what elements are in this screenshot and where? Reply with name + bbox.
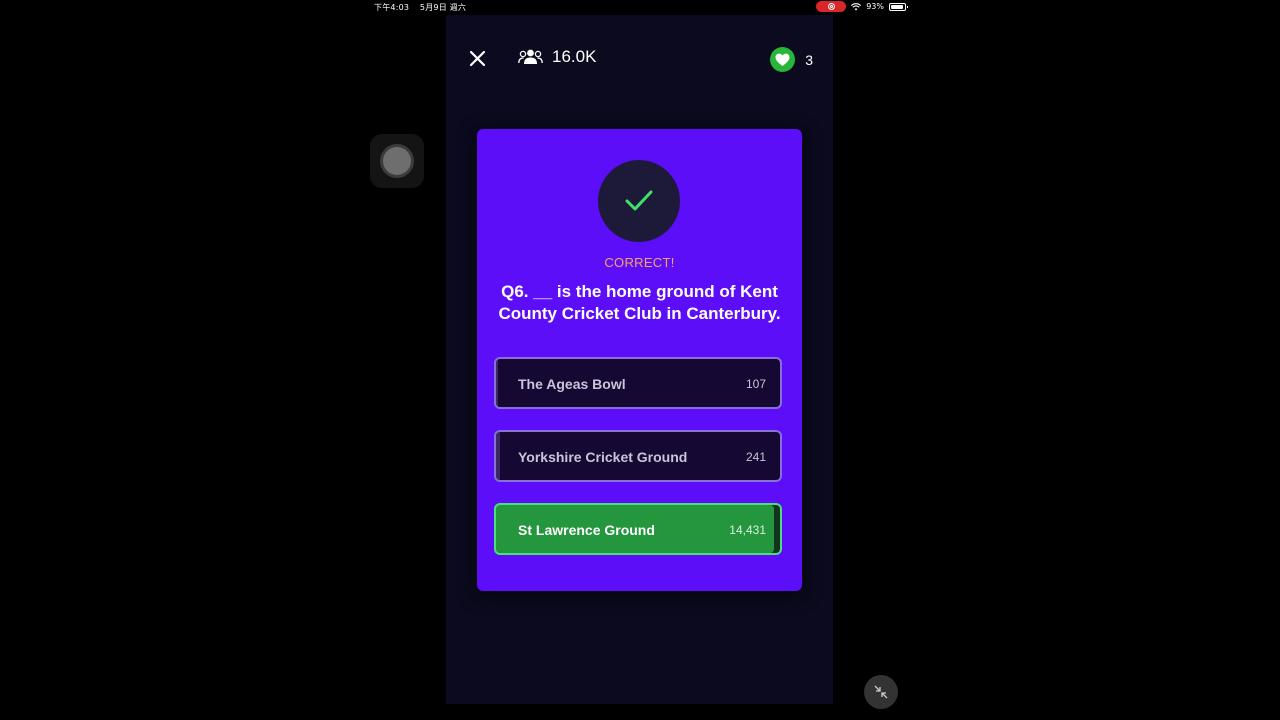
collapse-arrows-icon xyxy=(874,685,888,699)
answer-option-3[interactable]: St Lawrence Ground 14,431 xyxy=(494,503,782,555)
status-right: 93% xyxy=(816,1,908,12)
answer-fill xyxy=(496,359,498,407)
status-left: 下午4:03 5月9日 週六 xyxy=(374,2,474,13)
answer-label: The Ageas Bowl xyxy=(518,376,626,392)
answer-count: 107 xyxy=(745,377,766,391)
answer-fill xyxy=(496,432,500,480)
close-button[interactable] xyxy=(467,49,489,69)
result-badge xyxy=(598,160,680,242)
lives-indicator: 3 xyxy=(770,47,813,72)
status-date: 5月9日 週六 xyxy=(419,3,467,12)
answer-label: St Lawrence Ground xyxy=(518,522,655,538)
assistive-touch-button[interactable] xyxy=(370,134,424,188)
heart-icon xyxy=(775,53,790,66)
answer-option-1[interactable]: The Ageas Bowl 107 xyxy=(494,357,782,409)
status-bar: 下午4:03 5月9日 週六 93% xyxy=(364,0,916,14)
trivia-app: 16.0K 3 CORRECT! Q6. __ is the home grou… xyxy=(446,15,833,704)
checkmark-icon xyxy=(625,190,653,211)
battery-icon xyxy=(889,2,908,11)
battery-percent: 93% xyxy=(866,2,884,11)
answer-count: 241 xyxy=(745,450,766,464)
screen-recording-icon xyxy=(816,1,847,12)
question-card: CORRECT! Q6. __ is the home ground of Ke… xyxy=(477,129,802,591)
assistive-touch-icon xyxy=(383,147,411,175)
question-text: Q6. __ is the home ground of Kent County… xyxy=(498,282,781,323)
answer-label: Yorkshire Cricket Ground xyxy=(518,449,688,465)
answer-option-2[interactable]: Yorkshire Cricket Ground 241 xyxy=(494,430,782,482)
lives-count: 3 xyxy=(805,51,813,68)
status-time: 下午4:03 xyxy=(374,3,410,12)
viewer-count-value: 16.0K xyxy=(552,47,597,66)
close-icon xyxy=(469,50,486,67)
answer-count: 14,431 xyxy=(729,523,766,537)
result-label: CORRECT! xyxy=(604,255,675,270)
viewer-count: 16.0K xyxy=(518,47,596,67)
users-icon xyxy=(518,49,543,64)
heart-badge xyxy=(770,47,796,72)
wifi-icon xyxy=(851,2,862,10)
minimize-button[interactable] xyxy=(864,675,898,709)
